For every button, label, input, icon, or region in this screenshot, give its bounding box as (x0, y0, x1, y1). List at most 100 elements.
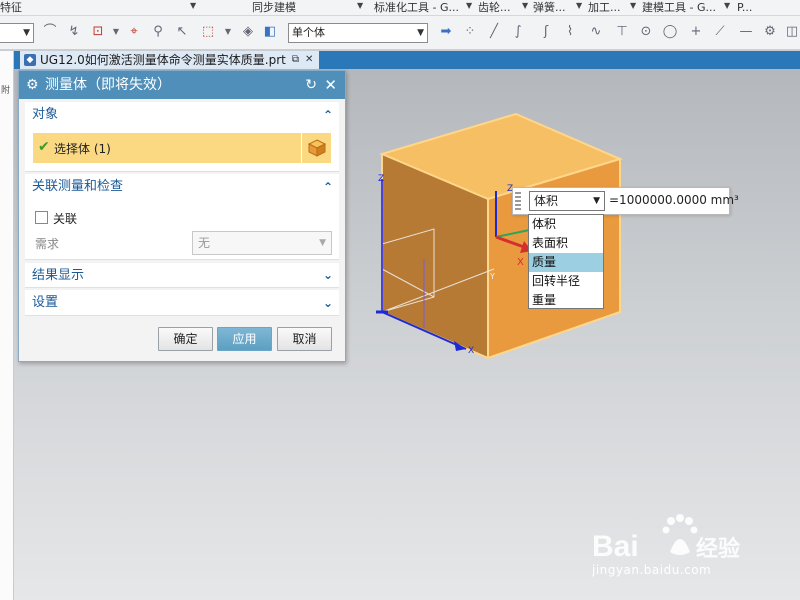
spline-icon[interactable]: ʃ (538, 24, 554, 40)
measurement-type-select[interactable]: 体积 ▼ (529, 191, 605, 211)
tangent-icon[interactable]: ⟋ (712, 24, 728, 40)
chevron-down-icon[interactable]: ⌄ (323, 263, 333, 288)
close-icon[interactable]: ✕ (305, 51, 313, 69)
arrow-right-icon[interactable]: ➡ (438, 24, 454, 40)
chevron-down-icon[interactable]: ▼ (522, 1, 528, 10)
checkmark-icon: ✔ (38, 139, 50, 155)
section-settings-label: 设置 (32, 295, 59, 310)
chevron-down-icon[interactable]: ▼ (724, 1, 730, 10)
filter-icon[interactable]: ⚲ (150, 24, 166, 40)
pointer-icon[interactable]: ↖ (174, 24, 190, 40)
axis-label-x-triad: X (517, 257, 524, 268)
chevron-down-icon[interactable]: ⌄ (323, 290, 333, 316)
baidu-jingyan-logo: Bai 经验 (592, 514, 740, 562)
target-icon[interactable]: ◯ (662, 24, 678, 40)
chevron-down-icon[interactable]: ▼ (357, 1, 363, 10)
select-body-row[interactable]: ✔ 选择体 (1) (33, 133, 331, 163)
ribbon-group-machining[interactable]: 加工... (588, 1, 621, 15)
cube-icon (307, 139, 326, 157)
select-body-cube-icon[interactable] (301, 133, 331, 163)
chevron-down-icon[interactable]: ▼ (220, 24, 236, 40)
arc-icon[interactable]: ⌇ (562, 24, 578, 40)
chevron-down-icon[interactable]: ▼ (466, 1, 472, 10)
float-icon[interactable]: ⧉ (292, 51, 299, 69)
requirement-value: 无 (198, 236, 211, 250)
ribbon-group-gear[interactable]: 齿轮... (478, 1, 511, 15)
measurement-result-popup: 体积 ▼ =1000000.0000 mm³ (512, 187, 739, 215)
filter-combo[interactable]: ▼ (0, 23, 34, 43)
chevron-down-icon: ▼ (319, 238, 326, 248)
chevron-up-icon[interactable]: ⌃ (323, 174, 333, 200)
ribbon-group-features[interactable]: 特征 (0, 1, 22, 15)
section-object: 对象 ⌃ ✔ 选择体 (1) (25, 102, 339, 172)
apply-button[interactable]: 应用 (217, 327, 272, 351)
ribbon-group-p[interactable]: P... (737, 1, 752, 15)
chevron-down-icon: ▼ (23, 28, 30, 38)
cancel-button[interactable]: 取消 (277, 327, 332, 351)
section-object-header[interactable]: 对象 ⌃ (25, 102, 339, 128)
ribbon-group-spring[interactable]: 弹簧... (533, 1, 566, 15)
section-results-display-label: 结果显示 (32, 268, 85, 283)
watermark-url: jingyan.baidu.com (592, 563, 712, 577)
wave-icon[interactable]: ∿ (588, 24, 604, 40)
option-volume[interactable]: 体积 (529, 215, 603, 234)
measurement-type-dropdown: 体积 表面积 质量 回转半径 重量 (528, 214, 604, 309)
measure-body-dialog: ⚙ 测量体（即将失效） ↻ ✕ 对象 ⌃ ✔ 选择体 (1) 关联测量和检查 ⌃ (18, 70, 346, 362)
chevron-down-icon[interactable]: ▼ (190, 1, 196, 10)
chevron-up-icon[interactable]: ⌃ (323, 102, 333, 128)
cursor-select-icon[interactable]: ⌖ (126, 24, 142, 40)
resource-bar: 附 (0, 51, 14, 600)
edge-icon[interactable]: ↯ (66, 24, 82, 40)
chevron-down-icon[interactable]: ▼ (108, 24, 124, 40)
option-mass[interactable]: 质量 (529, 253, 603, 272)
intersect-icon[interactable]: ⊤ (614, 24, 630, 40)
associative-checkbox[interactable] (35, 211, 48, 224)
section-settings: 设置 ⌄ (25, 290, 339, 316)
close-icon[interactable]: ✕ (324, 71, 337, 99)
box-select-icon[interactable]: ⬚ (200, 24, 216, 40)
circle-icon[interactable]: ⊙ (638, 24, 654, 40)
ribbon-group-modeling-tools[interactable]: 建模工具 - G... (642, 1, 716, 15)
option-surface-area[interactable]: 表面积 (529, 234, 603, 253)
svg-text:Bai: Bai (592, 530, 639, 562)
chevron-down-icon: ▼ (417, 28, 424, 38)
drag-handle-icon[interactable] (515, 192, 521, 210)
chevron-down-icon[interactable]: ▼ (576, 1, 582, 10)
plus-icon[interactable]: + (688, 24, 704, 40)
gear-icon[interactable]: ⚙ (26, 71, 39, 99)
layers-icon[interactable]: ◫ (784, 24, 800, 40)
dialog-title-bar[interactable]: ⚙ 测量体（即将失效） ↻ ✕ (19, 71, 345, 99)
ok-button[interactable]: 确定 (158, 327, 213, 351)
settings-icon[interactable]: ⚙ (762, 24, 778, 40)
option-weight[interactable]: 重量 (529, 291, 603, 310)
svg-text:经验: 经验 (696, 536, 740, 562)
selection-scope-select[interactable]: 单个体 ▼ (288, 23, 428, 43)
section-object-label: 对象 (32, 107, 59, 122)
fillet-icon[interactable]: ⌒ (42, 24, 58, 40)
ribbon-group-sync-modeling[interactable]: 同步建模 (252, 1, 296, 15)
chevron-down-icon: ▼ (593, 196, 600, 206)
reset-icon[interactable]: ↻ (305, 71, 317, 99)
requirement-select[interactable]: 无 ▼ (192, 231, 332, 255)
chevron-down-icon[interactable]: ▼ (630, 1, 636, 10)
document-tab-title: UG12.0如何激活测量体命令测量实体质量.prt (40, 53, 286, 67)
section-associative-header[interactable]: 关联测量和检查 ⌃ (25, 174, 339, 200)
section-results-display-header[interactable]: 结果显示 ⌄ (25, 263, 339, 288)
option-radius-of-gyration[interactable]: 回转半径 (529, 272, 603, 291)
curve-icon[interactable]: ∫ (510, 24, 526, 40)
point-icon[interactable]: ⁘ (462, 24, 478, 40)
select-body-label: 选择体 (1) (54, 142, 111, 156)
associative-checkbox-label: 关联 (53, 212, 78, 226)
sketch-icon[interactable]: ◈ (240, 24, 256, 40)
ribbon-group-standard-tools[interactable]: 标准化工具 - G... (374, 1, 459, 15)
line-icon[interactable]: ╱ (486, 24, 502, 40)
section-settings-header[interactable]: 设置 ⌄ (25, 290, 339, 316)
minus-icon[interactable]: — (738, 24, 754, 40)
snap-icon[interactable]: ⊡ (90, 24, 106, 40)
document-tab[interactable]: ◆ UG12.0如何激活测量体命令测量实体质量.prt ⧉ ✕ (20, 51, 320, 69)
cube-icon[interactable]: ◧ (262, 24, 278, 40)
resource-bar-label[interactable]: 附 (1, 83, 10, 96)
section-associative: 关联测量和检查 ⌃ 关联 需求 无 ▼ (25, 174, 339, 260)
measurement-value: =1000000.0000 mm³ (609, 193, 739, 207)
section-results-display: 结果显示 ⌄ (25, 263, 339, 288)
